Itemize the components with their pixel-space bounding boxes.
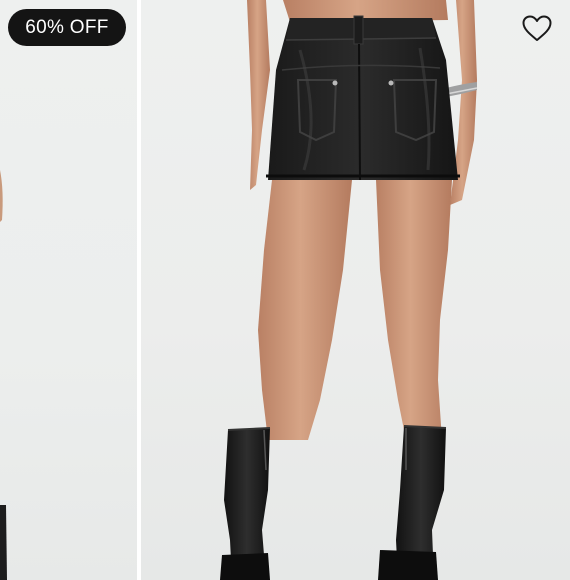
product-card[interactable]: 60% OFF xyxy=(0,0,570,580)
wishlist-button[interactable] xyxy=(518,11,556,45)
discount-badge: 60% OFF xyxy=(8,9,126,46)
product-image[interactable] xyxy=(141,0,570,580)
adjacent-product-image[interactable] xyxy=(0,0,137,580)
adjacent-product-figure xyxy=(0,170,7,580)
discount-badge-label: 60% OFF xyxy=(25,16,109,38)
model-wearing-skirt-illustration xyxy=(220,0,478,580)
heart-outline-icon xyxy=(522,15,552,41)
